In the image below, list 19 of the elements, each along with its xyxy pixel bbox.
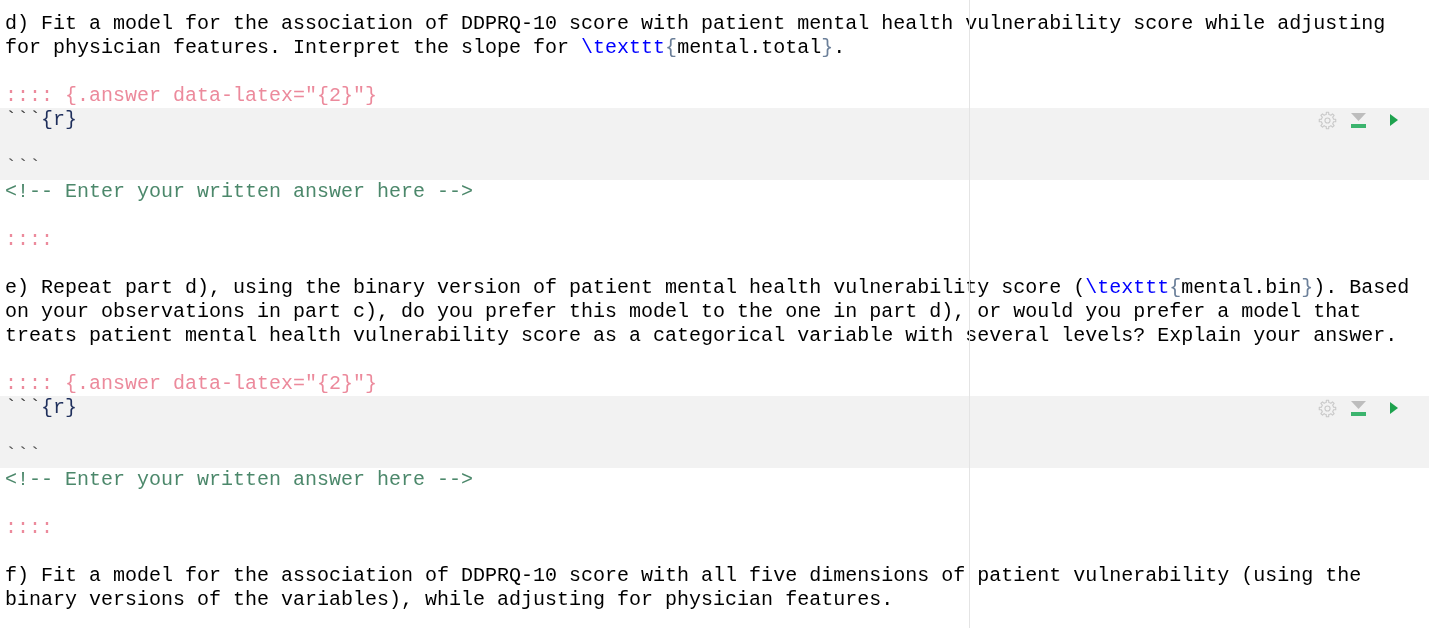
- chunk-end-marker: ```: [5, 156, 41, 180]
- settings-icon[interactable]: [1318, 110, 1337, 130]
- chunk-header: ```{r}: [5, 396, 78, 420]
- chunk-end-marker: ```: [5, 444, 41, 468]
- fence-marker: ::::: [5, 228, 53, 252]
- play-icon[interactable]: [1390, 402, 1398, 414]
- settings-icon[interactable]: [1318, 398, 1337, 418]
- question-text: e) Repeat part d), using the binary version of patient mental health vulnerability score (\texttt{mental.bin}). Based on your observations in part c), do you prefer this model to the one in part d), or would you prefer a model that treats patient mental health vulnerability score as a categorical variable with several levels? Explain your answer.: [5, 276, 1410, 348]
- html-comment: <!-- Enter your written answer here -->: [5, 180, 474, 204]
- fence-marker: :::: {.answer data-latex="{2}"}: [5, 372, 378, 396]
- fence-marker: ::::: [5, 516, 53, 540]
- html-comment: <!-- Enter your written answer here -->: [5, 468, 474, 492]
- down-triangle-bar-icon[interactable]: [1351, 400, 1366, 416]
- chunk-header: ```{r}: [5, 108, 78, 132]
- fence-marker: :::: {.answer data-latex="{2}"}: [5, 84, 378, 108]
- question-text: d) Fit a model for the association of DDPRQ-10 score with patient mental health vulnerability score while adjusting for physician features. Interpret the slope for \texttt{mental.total}.: [5, 12, 1386, 60]
- question-text: f) Fit a model for the association of DDPRQ-10 score with all five dimensions of patient vulnerability (using the binary versions of the variables), while adjusting for physician features.: [5, 564, 1362, 612]
- down-triangle-bar-icon[interactable]: [1351, 112, 1366, 128]
- play-icon[interactable]: [1390, 114, 1398, 126]
